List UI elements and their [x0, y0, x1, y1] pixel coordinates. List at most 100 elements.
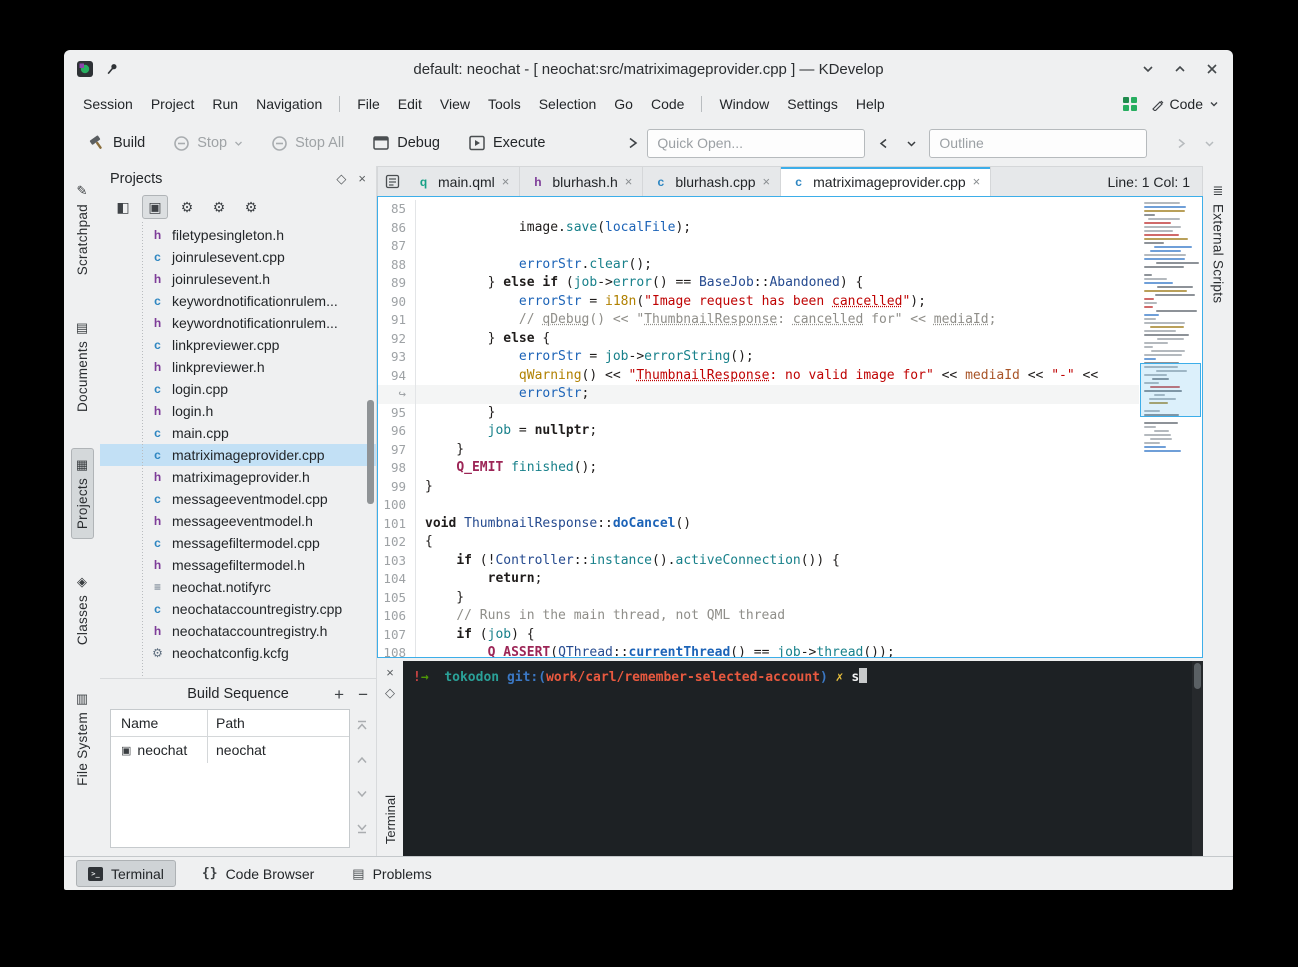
- move-top-button[interactable]: [353, 717, 371, 735]
- code-line[interactable]: 85: [378, 200, 1139, 219]
- tree-item-joinrulesevent-cpp[interactable]: cjoinrulesevent.cpp: [100, 246, 376, 268]
- editor-tab-main-qml[interactable]: qmain.qml×: [406, 167, 520, 196]
- move-down-button[interactable]: [353, 785, 371, 803]
- nav-dropdown-button[interactable]: [901, 131, 921, 155]
- code-line[interactable]: ↪ errorStr;: [378, 385, 1139, 404]
- code-line[interactable]: 100: [378, 496, 1139, 515]
- titlebar[interactable]: default: neochat - [ neochat:src/matrixi…: [64, 50, 1233, 88]
- build-sequence-row[interactable]: ▣neochatneochat: [111, 737, 349, 763]
- tree-item-matriximageprovider-h[interactable]: hmatriximageprovider.h: [100, 466, 376, 488]
- tree-item-neochatconfig-kcfg[interactable]: ⚙neochatconfig.kcfg: [100, 642, 376, 664]
- area-grid-icon[interactable]: [1123, 97, 1137, 111]
- editor-tab-blurhash-cpp[interactable]: cblurhash.cpp×: [643, 167, 781, 196]
- gear-icon-2[interactable]: ⚙: [206, 195, 232, 219]
- menu-item-edit[interactable]: Edit: [389, 92, 431, 116]
- code-line[interactable]: 105 }: [378, 589, 1139, 608]
- menu-item-window[interactable]: Window: [710, 92, 778, 116]
- menu-item-help[interactable]: Help: [847, 92, 894, 116]
- code-line[interactable]: 103 if (!Controller::instance().activeCo…: [378, 552, 1139, 571]
- stop-button[interactable]: Stop: [163, 128, 253, 159]
- dock-tab-external-scripts[interactable]: ≣External Scripts: [1207, 174, 1230, 313]
- stop-all-button[interactable]: Stop All: [261, 128, 354, 159]
- menu-item-selection[interactable]: Selection: [530, 92, 606, 116]
- locate-document-icon[interactable]: ◧: [110, 195, 136, 219]
- code-line[interactable]: 89 } else if (job->error() == BaseJob::A…: [378, 274, 1139, 293]
- tree-item-keywordnotificationrulem[interactable]: hkeywordnotificationrulem...: [100, 312, 376, 334]
- menu-item-go[interactable]: Go: [605, 92, 642, 116]
- code-line[interactable]: 91 // qDebug() << "ThumbnailResponse: ca…: [378, 311, 1139, 330]
- minimize-button[interactable]: [1139, 60, 1157, 78]
- terminal-scrollbar-thumb[interactable]: [1194, 663, 1201, 689]
- tree-item-neochataccountregistry-h[interactable]: hneochataccountregistry.h: [100, 620, 376, 642]
- close-panel-icon[interactable]: ×: [358, 171, 366, 187]
- tree-item-neochataccountregistry-cpp[interactable]: cneochataccountregistry.cpp: [100, 598, 376, 620]
- code-line[interactable]: 101void ThumbnailResponse::doCancel(): [378, 515, 1139, 534]
- execute-button[interactable]: Execute: [458, 127, 555, 159]
- menu-item-view[interactable]: View: [431, 92, 479, 116]
- dock-tab-classes[interactable]: ◈Classes: [71, 565, 94, 655]
- menu-item-code[interactable]: Code: [642, 92, 693, 116]
- menu-item-run[interactable]: Run: [203, 92, 247, 116]
- add-target-button[interactable]: +: [334, 686, 344, 703]
- statusbar-tab-terminal[interactable]: >_Terminal: [76, 860, 176, 887]
- tree-item-linkpreviewer-h[interactable]: hlinkpreviewer.h: [100, 356, 376, 378]
- code-line[interactable]: 90 errorStr = i18n("Image request has be…: [378, 293, 1139, 312]
- editor-tab-blurhash-h[interactable]: hblurhash.h×: [520, 167, 643, 196]
- code-line[interactable]: 97 }: [378, 441, 1139, 460]
- tree-item-keywordnotificationrulem[interactable]: ckeywordnotificationrulem...: [100, 290, 376, 312]
- tree-item-joinrulesevent-h[interactable]: hjoinrulesevent.h: [100, 268, 376, 290]
- menu-item-navigation[interactable]: Navigation: [247, 92, 331, 116]
- tree-item-matriximageprovider-cpp[interactable]: cmatriximageprovider.cpp: [100, 444, 376, 466]
- area-selector-button[interactable]: Code: [1151, 96, 1219, 112]
- float-panel-icon[interactable]: ◇: [336, 171, 346, 187]
- close-tab-icon[interactable]: ×: [502, 174, 510, 189]
- column-header-path[interactable]: Path: [207, 710, 349, 736]
- dock-tab-scratchpad[interactable]: ✎Scratchpad: [71, 174, 94, 285]
- code-line[interactable]: 96 job = nullptr;: [378, 422, 1139, 441]
- pin-icon[interactable]: [104, 61, 120, 77]
- quick-open-input[interactable]: [647, 129, 865, 158]
- code-line[interactable]: 94 qWarning() << "ThumbnailResponse: no …: [378, 367, 1139, 386]
- nav-forward-button[interactable]: [1171, 131, 1191, 155]
- tree-item-messagefiltermodel-h[interactable]: hmessagefiltermodel.h: [100, 554, 376, 576]
- menu-item-tools[interactable]: Tools: [479, 92, 530, 116]
- nav-forward-dropdown-button[interactable]: [1199, 131, 1219, 155]
- build-button[interactable]: Build: [78, 127, 155, 159]
- close-button[interactable]: [1203, 60, 1221, 78]
- tree-item-messageeventmodel-h[interactable]: hmessageeventmodel.h: [100, 510, 376, 532]
- gear-icon-3[interactable]: ⚙: [238, 195, 264, 219]
- document-list-icon[interactable]: [378, 167, 406, 196]
- tree-item-filetypesingleton-h[interactable]: hfiletypesingleton.h: [100, 224, 376, 246]
- minimap-viewport[interactable]: [1140, 363, 1201, 417]
- show-targets-icon[interactable]: ▣: [142, 195, 168, 219]
- code-line[interactable]: 86 image.save(localFile);: [378, 219, 1139, 238]
- close-tab-icon[interactable]: ×: [625, 174, 633, 189]
- dock-tab-projects[interactable]: ▦Projects: [71, 448, 94, 539]
- menu-item-file[interactable]: File: [348, 92, 389, 116]
- menu-item-project[interactable]: Project: [142, 92, 204, 116]
- terminal-screen[interactable]: !→ tokodon git:(work/carl/remember-selec…: [403, 661, 1192, 856]
- detach-terminal-icon[interactable]: ◇: [385, 685, 395, 705]
- tree-item-messagefiltermodel-cpp[interactable]: cmessagefiltermodel.cpp: [100, 532, 376, 554]
- close-terminal-icon[interactable]: ×: [386, 665, 394, 685]
- column-header-name[interactable]: Name: [111, 710, 207, 736]
- editor-tab-matriximageprovider-cpp[interactable]: cmatriximageprovider.cpp×: [781, 167, 991, 196]
- maximize-button[interactable]: [1171, 60, 1189, 78]
- terminal-scrollbar[interactable]: [1192, 661, 1203, 856]
- statusbar-tab-code-browser[interactable]: {}Code Browser: [190, 860, 326, 887]
- move-bottom-button[interactable]: [353, 819, 371, 837]
- close-tab-icon[interactable]: ×: [763, 174, 771, 189]
- outline-input[interactable]: [929, 129, 1147, 158]
- tree-item-neochat-notifyrc[interactable]: ≡neochat.notifyrc: [100, 576, 376, 598]
- code-line[interactable]: 107 if (job) {: [378, 626, 1139, 645]
- code-line[interactable]: 98 Q_EMIT finished();: [378, 459, 1139, 478]
- code-line[interactable]: 88 errorStr.clear();: [378, 256, 1139, 275]
- tree-item-linkpreviewer-cpp[interactable]: clinkpreviewer.cpp: [100, 334, 376, 356]
- menu-item-session[interactable]: Session: [74, 92, 142, 116]
- gear-icon[interactable]: ⚙: [174, 195, 200, 219]
- tree-item-messageeventmodel-cpp[interactable]: cmessageeventmodel.cpp: [100, 488, 376, 510]
- dock-tab-documents[interactable]: ▤Documents: [71, 311, 94, 422]
- debug-button[interactable]: Debug: [362, 127, 450, 159]
- nav-back-button[interactable]: [873, 131, 893, 155]
- code-line[interactable]: 108 Q_ASSERT(QThread::currentThread() ==…: [378, 644, 1139, 657]
